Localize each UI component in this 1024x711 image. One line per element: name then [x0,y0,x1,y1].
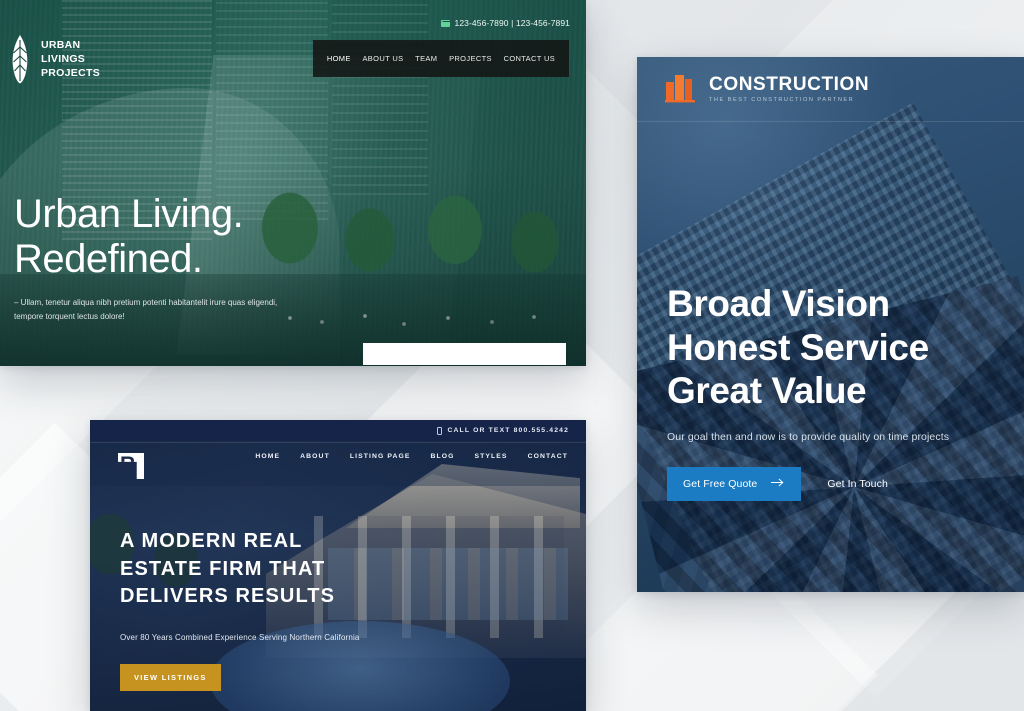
get-free-quote-button[interactable]: Get Free Quote [667,466,802,501]
urban-logo-line1: URBAN [41,38,81,51]
get-free-quote-label: Get Free Quote [683,477,758,490]
urban-white-panel [363,343,566,365]
urban-logo[interactable]: URBAN LIVINGS PROJECTS [8,34,100,84]
nav-item-styles[interactable]: STYLES [475,453,508,460]
construction-subtext: Our goal then and now is to provide qual… [667,430,950,443]
nav-item-team[interactable]: TEAM [415,54,437,63]
urban-logo-text: URBAN LIVINGS PROJECTS [41,38,100,81]
nav-item-about[interactable]: ABOUT [300,453,330,460]
construction-cta-group: Get Free Quote Get In Touch [667,466,997,501]
construction-tagline: THE BEST CONSTRUCTION PARTNER [709,97,855,103]
arrow-right-icon [771,478,785,490]
real-estate-mockup-card[interactable]: CALL OR TEXT 800.555.4242 R HOME ABOUT L… [90,420,586,711]
phone-icon [437,426,443,435]
realty-headline-line1: A MODERN REAL [120,530,303,552]
construction-wordmark: CONSTRUCTION [709,74,870,95]
realty-subtext: Over 80 Years Combined Experience Servin… [120,632,360,642]
screenshot-stage: 123-456-7890 | 123-456-7891 URBAN LIVING… [0,0,1024,711]
construction-hero-content: Broad Vision Honest Service Great Value … [667,282,997,501]
mail-icon [440,19,451,27]
construction-mockup-card[interactable]: CONSTRUCTION THE BEST CONSTRUCTION PARTN… [637,57,1024,592]
construction-headline-line3: Great Value [667,370,867,412]
construction-headline: Broad Vision Honest Service Great Value [667,282,997,413]
nav-item-contact[interactable]: CONTACT [528,453,568,460]
realty-top-bar: CALL OR TEXT 800.555.4242 [90,420,586,441]
nav-item-home[interactable]: HOME [327,54,351,63]
urban-headline-line1: Urban Living. [14,192,244,236]
nav-item-home[interactable]: HOME [255,453,280,460]
nav-item-listing-page[interactable]: LISTING PAGE [350,453,411,460]
urban-hero-content: Urban Living. Redefined. – Ullam, tenetu… [14,192,444,325]
urban-logo-line2: LIVINGS [41,52,86,65]
urban-headline: Urban Living. Redefined. [14,192,444,282]
nav-item-contact-us[interactable]: CONTACT US [504,54,556,63]
realty-navbar [90,442,586,486]
urban-contact-bar: 123-456-7890 | 123-456-7891 [440,18,571,28]
realty-headline-line2: ESTATE FIRM THAT [120,557,326,580]
realty-headline-line3: DELIVERS RESULTS [120,585,336,608]
construction-logo-text: CONSTRUCTION THE BEST CONSTRUCTION PARTN… [709,75,869,103]
nav-item-projects[interactable]: PROJECTS [449,54,492,63]
construction-headline-line1: Broad Vision [667,283,890,324]
urban-headline-line2: Redefined. [14,236,203,281]
urban-logo-line3: PROJECTS [41,67,100,80]
urban-navigation[interactable]: HOME ABOUT US TEAM PROJECTS CONTACT US [313,40,569,77]
realty-hero-content: A MODERN REAL ESTATE FIRM THAT DELIVERS … [120,528,450,691]
realty-call-text[interactable]: CALL OR TEXT 800.555.4242 [447,427,569,434]
realty-navigation[interactable]: HOME ABOUT LISTING PAGE BLOG STYLES CONT… [255,453,568,460]
urban-phone-numbers[interactable]: 123-456-7890 | 123-456-7891 [455,18,571,28]
nav-item-about-us[interactable]: ABOUT US [362,54,403,63]
leaf-icon [8,34,32,84]
construction-headline-line2: Honest Service [667,326,929,368]
building-icon [665,71,699,108]
view-listings-button[interactable]: VIEW LISTINGS [120,663,221,691]
urban-livings-mockup-card[interactable]: 123-456-7890 | 123-456-7891 URBAN LIVING… [0,0,586,366]
construction-header: CONSTRUCTION THE BEST CONSTRUCTION PARTN… [637,57,1024,122]
realty-headline: A MODERN REAL ESTATE FIRM THAT DELIVERS … [120,528,450,611]
get-in-touch-button[interactable]: Get In Touch [817,467,898,501]
construction-logo[interactable]: CONSTRUCTION THE BEST CONSTRUCTION PARTN… [665,71,869,108]
nav-item-blog[interactable]: BLOG [430,453,454,460]
urban-subtext: – Ullam, tenetur aliqua nibh pretium pot… [14,297,278,322]
